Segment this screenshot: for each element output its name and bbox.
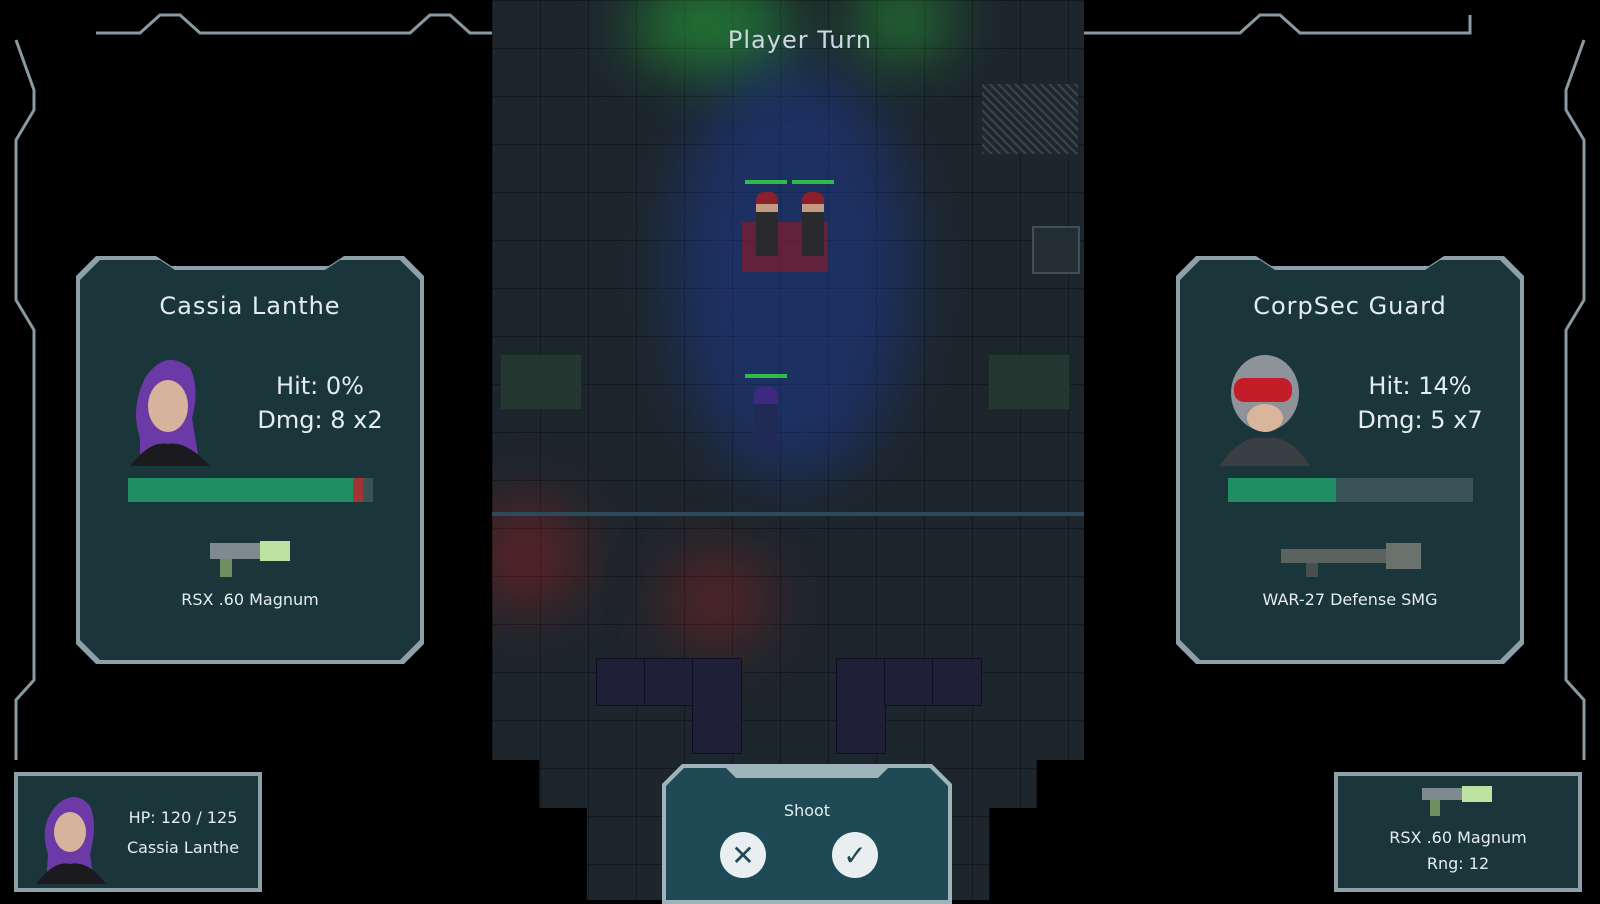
- target-name: CorpSec Guard: [1253, 292, 1447, 320]
- attacker-hit-chance: Hit: 0%: [276, 372, 364, 400]
- attacker-hp-fill: [128, 478, 353, 502]
- metal-grate: [982, 84, 1078, 154]
- target-card: CorpSec Guard Hit: 14% Dmg: 5 x7 WAR-27 …: [1180, 260, 1520, 660]
- enemy-health-bar: [792, 180, 834, 184]
- attacker-name: Cassia Lanthe: [159, 292, 341, 320]
- player-sprite[interactable]: [754, 386, 778, 450]
- cancel-button[interactable]: ✕: [720, 832, 766, 878]
- wall-block: [596, 658, 646, 706]
- unit-hp: HP: 120 / 125: [128, 808, 238, 827]
- attacker-card: Cassia Lanthe Hit: 0% Dmg: 8 x2 RSX .60 …: [80, 260, 420, 660]
- action-title: Shoot: [783, 801, 831, 820]
- target-hp-fill: [1228, 478, 1336, 502]
- bench-left: [500, 354, 582, 410]
- smg-icon: [1281, 543, 1421, 577]
- attacker-portrait: [130, 360, 210, 466]
- confirm-button[interactable]: ✓: [832, 832, 878, 878]
- attacker-damage: Dmg: 8 x2: [257, 406, 383, 434]
- unit-status-panel[interactable]: HP: 120 / 125 Cassia Lanthe: [14, 772, 262, 892]
- attacker-hp-bar: [128, 478, 373, 502]
- wall-block: [692, 658, 742, 754]
- attacker-weapon-name: RSX .60 Magnum: [181, 590, 319, 609]
- equipped-weapon-panel[interactable]: RSX .60 Magnum Rng: 12: [1334, 772, 1582, 892]
- wall-block: [836, 658, 886, 754]
- wall-block: [884, 658, 934, 706]
- player-health-bar: [745, 374, 787, 378]
- equipped-weapon-name: RSX .60 Magnum: [1389, 828, 1527, 847]
- target-hp-bar: [1228, 478, 1473, 502]
- railing: [492, 512, 1084, 516]
- turn-indicator: Player Turn: [727, 26, 873, 54]
- enemy-guard-sprite[interactable]: [802, 192, 824, 256]
- wall-block: [644, 658, 694, 706]
- magnum-pistol-icon: [210, 541, 290, 577]
- target-portrait: [1220, 355, 1310, 466]
- check-icon: ✓: [843, 838, 867, 872]
- target-weapon-name: WAR-27 Defense SMG: [1262, 590, 1438, 609]
- enemy-health-bar: [745, 180, 787, 184]
- unit-portrait: [36, 796, 106, 884]
- unit-name: Cassia Lanthe: [126, 838, 240, 857]
- target-damage: Dmg: 5 x7: [1357, 406, 1483, 434]
- enemy-guard-sprite[interactable]: [756, 192, 778, 256]
- action-panel: [666, 768, 948, 900]
- wall-block: [932, 658, 982, 706]
- supply-crate: [1032, 226, 1080, 274]
- bench-right: [988, 354, 1070, 410]
- equipped-weapon-range: Rng: 12: [1426, 854, 1490, 873]
- target-hit-chance: Hit: 14%: [1368, 372, 1472, 400]
- attacker-damage-preview: [353, 478, 363, 502]
- x-icon: ✕: [731, 838, 755, 872]
- magnum-pistol-icon: [1422, 786, 1492, 816]
